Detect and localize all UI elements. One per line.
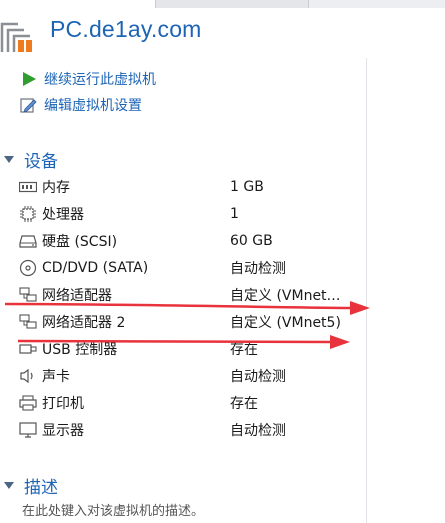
edit-settings-icon — [20, 96, 38, 114]
device-row-network-adapter[interactable]: 网络适配器 自定义 (VMnet… — [18, 284, 366, 306]
panel-divider — [366, 58, 367, 523]
device-row-sound[interactable]: 声卡 自动检测 — [18, 365, 366, 387]
collapse-triangle-icon — [4, 481, 14, 489]
device-name: USB 控制器 — [42, 342, 118, 358]
printer-icon — [18, 394, 38, 412]
device-row-cpu[interactable]: 处理器 1 — [18, 203, 366, 225]
device-name: 内存 — [42, 180, 70, 196]
device-value: 自定义 (VMnet… — [230, 288, 341, 304]
description-placeholder[interactable]: 在此处键入对该虚拟机的描述。 — [22, 500, 204, 519]
tab-active[interactable] — [0, 0, 156, 8]
usb-icon — [18, 340, 38, 358]
device-value: 60 GB — [230, 233, 273, 249]
cd-dvd-icon — [18, 259, 38, 277]
hard-disk-icon — [18, 232, 38, 250]
memory-icon — [18, 178, 38, 196]
description-section-header[interactable]: 描述 — [4, 474, 58, 498]
cpu-icon — [18, 205, 38, 223]
vm-logo-icon — [0, 22, 32, 52]
device-row-usb[interactable]: USB 控制器 存在 — [18, 338, 366, 360]
device-value: 1 GB — [230, 179, 264, 195]
action-label: 编辑虚拟机设置 — [44, 98, 142, 114]
network-adapter-icon — [18, 286, 38, 304]
device-row-network-adapter-2[interactable]: 网络适配器 2 自定义 (VMnet5) — [18, 311, 366, 333]
sound-icon — [18, 367, 38, 385]
section-title: 设备 — [24, 151, 58, 172]
devices-section-header[interactable]: 设备 — [4, 148, 58, 172]
device-value: 自动检测 — [230, 261, 286, 277]
action-label: 继续运行此虚拟机 — [44, 72, 156, 88]
device-name: 处理器 — [42, 207, 84, 223]
device-value: 自动检测 — [230, 423, 286, 439]
device-value: 自定义 (VMnet5) — [230, 315, 341, 331]
device-row-monitor[interactable]: 显示器 自动检测 — [18, 419, 366, 441]
device-row-memory[interactable]: 内存 1 GB — [18, 176, 366, 198]
device-name: 打印机 — [42, 396, 84, 412]
network-adapter-icon — [18, 313, 38, 331]
resume-vm-action[interactable]: 继续运行此虚拟机 — [20, 69, 156, 89]
edit-vm-settings-action[interactable]: 编辑虚拟机设置 — [20, 95, 142, 115]
device-name: 显示器 — [42, 423, 84, 439]
device-row-hard-disk[interactable]: 硬盘 (SCSI) 60 GB — [18, 230, 366, 252]
vm-title: PC.de1ay.com — [50, 16, 202, 42]
section-title: 描述 — [24, 477, 58, 498]
device-name: 硬盘 (SCSI) — [42, 234, 118, 250]
device-row-cd-dvd[interactable]: CD/DVD (SATA) 自动检测 — [18, 257, 366, 279]
device-name: 声卡 — [42, 369, 70, 385]
monitor-icon — [18, 421, 38, 439]
play-icon — [20, 70, 38, 88]
device-name: CD/DVD (SATA) — [42, 260, 149, 276]
device-value: 存在 — [230, 342, 258, 358]
vm-header: PC.de1ay.com — [0, 10, 366, 56]
device-value: 存在 — [230, 396, 258, 412]
device-value: 自动检测 — [230, 369, 286, 385]
device-name: 网络适配器 — [42, 288, 112, 304]
device-name: 网络适配器 2 — [42, 315, 126, 331]
device-row-printer[interactable]: 打印机 存在 — [18, 392, 366, 414]
device-value: 1 — [230, 206, 239, 222]
tab-other[interactable] — [308, 0, 445, 8]
tab-strip — [0, 0, 445, 8]
collapse-triangle-icon — [4, 155, 14, 163]
